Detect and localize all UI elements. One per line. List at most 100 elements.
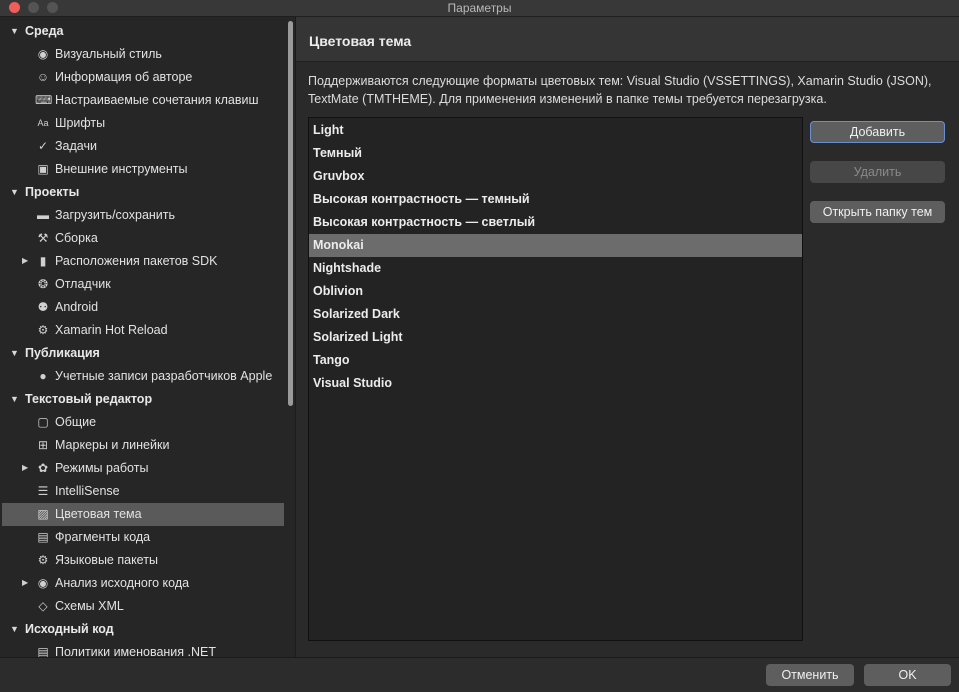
sidebar-scroll-thumb[interactable] — [288, 21, 293, 406]
settings-sidebar: ▼ Среда ◉ Визуальный стиль ☺ Информация об ав… — [0, 17, 286, 657]
theme-list-item[interactable]: Gruvbox — [309, 165, 802, 188]
sidebar-item[interactable]: ⚙ Языковые пакеты — [2, 549, 284, 572]
expand-arrow-icon[interactable]: ▶ — [22, 463, 28, 472]
sidebar-item-label: Отладчик — [55, 277, 111, 291]
sidebar-item-label: Xamarin Hot Reload — [55, 323, 168, 337]
sidebar-item-label: Расположения пакетов SDK — [55, 254, 218, 268]
sidebar-category[interactable]: ▼ Исходный код — [0, 618, 286, 641]
theme-list-item[interactable]: Visual Studio — [309, 372, 802, 395]
sidebar-item[interactable]: ▤ Фрагменты кода — [2, 526, 284, 549]
sidebar-category[interactable]: ▼ Текстовый редактор — [0, 388, 286, 411]
sidebar-category[interactable]: ▼ Среда — [0, 20, 286, 43]
category-label: Среда — [25, 24, 64, 38]
category-label: Текстовый редактор — [25, 392, 153, 406]
theme-name: Gruvbox — [313, 169, 365, 183]
sidebar-item-label: Загрузить/сохранить — [55, 208, 176, 222]
theme-name: Solarized Dark — [313, 307, 400, 321]
sidebar-item[interactable]: Aa Шрифты — [2, 112, 284, 135]
sidebar-item[interactable]: ☰ IntelliSense — [2, 480, 284, 503]
theme-list-item[interactable]: Темный — [309, 142, 802, 165]
gear-icon: ⚙ — [37, 323, 49, 337]
ok-button[interactable]: OK — [864, 664, 951, 686]
disclosure-triangle-icon[interactable]: ▼ — [10, 394, 19, 404]
sidebar-item-label: Фрагменты кода — [55, 530, 151, 544]
sidebar-item-label: Учетные записи разработчиков Apple — [55, 369, 273, 383]
sidebar-item-label: Визуальный стиль — [55, 47, 162, 61]
sidebar-item[interactable]: ❂ Отладчик — [2, 273, 284, 296]
open-themes-folder-button[interactable]: Открыть папку тем — [810, 201, 945, 223]
sidebar-item[interactable]: ⚒ Сборка — [2, 227, 284, 250]
sidebar-item[interactable]: ▨ Цветовая тема — [2, 503, 284, 526]
sidebar-item-label: Политики именования .NET — [55, 645, 217, 657]
title-bar: Параметры — [0, 0, 959, 17]
xml-icon: ◇ — [38, 599, 48, 613]
dialog-footer: Отменить OK — [0, 657, 959, 692]
theme-name: Oblivion — [313, 284, 363, 298]
theme-list-item[interactable]: Oblivion — [309, 280, 802, 303]
expand-arrow-icon[interactable]: ▶ — [22, 578, 28, 587]
window-title: Параметры — [447, 1, 512, 15]
palette-icon: ✿ — [37, 461, 49, 475]
disclosure-triangle-icon[interactable]: ▼ — [10, 187, 19, 197]
sidebar-item[interactable]: ✓ Задачи — [2, 135, 284, 158]
theme-name: Темный — [313, 146, 362, 160]
folder-icon: ▮ — [39, 254, 47, 268]
sidebar-item[interactable]: ● Учетные записи разработчиков Apple — [2, 365, 284, 388]
sidebar-item[interactable]: ⌨ Настраиваемые сочетания клавиш — [2, 89, 284, 112]
sidebar-category[interactable]: ▼ Проекты — [0, 181, 286, 204]
sidebar-item-label: Маркеры и линейки — [55, 438, 170, 452]
theme-name: Solarized Light — [313, 330, 403, 344]
theme-list-item[interactable]: Tango — [309, 349, 802, 372]
theme-name: Nightshade — [313, 261, 382, 275]
theme-list-item[interactable]: Solarized Dark — [309, 303, 802, 326]
category-label: Публикация — [25, 346, 100, 360]
cancel-button[interactable]: Отменить — [766, 664, 854, 686]
edit-icon: ▢ — [37, 415, 49, 429]
theme-name: Visual Studio — [313, 376, 392, 390]
theme-list-item[interactable]: Solarized Light — [309, 326, 802, 349]
sidebar-item[interactable]: ▶ ▮ Расположения пакетов SDK — [2, 250, 284, 273]
disclosure-triangle-icon[interactable]: ▼ — [10, 26, 19, 36]
panel-header: Цветовая тема — [296, 17, 959, 62]
sidebar-item[interactable]: ▣ Внешние инструменты — [2, 158, 284, 181]
sidebar-item[interactable]: ▬ Загрузить/сохранить — [2, 204, 284, 227]
checkmark-icon: ✓ — [37, 139, 49, 153]
sidebar-item-label: Внешние инструменты — [55, 162, 188, 176]
theme-list-item[interactable]: Light — [309, 119, 802, 142]
sidebar-item-label: Общие — [55, 415, 97, 429]
android-icon: ⚉ — [37, 300, 49, 314]
bug-icon: ❂ — [37, 277, 49, 291]
expand-arrow-icon[interactable]: ▶ — [22, 256, 28, 265]
disclosure-triangle-icon[interactable]: ▼ — [10, 624, 19, 634]
theme-list-item[interactable]: Nightshade — [309, 257, 802, 280]
gear-icon: ⚙ — [37, 553, 49, 567]
sidebar-item[interactable]: ☺ Информация об авторе — [2, 66, 284, 89]
document-icon: ▤ — [37, 645, 49, 657]
theme-name: Light — [313, 123, 344, 137]
snippet-icon: ▤ — [37, 530, 49, 544]
sidebar-scrollbar[interactable] — [286, 17, 296, 657]
radio-icon: ◉ — [37, 576, 49, 590]
sidebar-item[interactable]: ▶ ✿ Режимы работы — [2, 457, 284, 480]
sidebar-item[interactable]: ⊞ Маркеры и линейки — [2, 434, 284, 457]
sidebar-item-label: Android — [55, 300, 99, 314]
sidebar-item[interactable]: ▢ Общие — [2, 411, 284, 434]
sidebar-item[interactable]: ⚉ Android — [2, 296, 284, 319]
theme-name: Tango — [313, 353, 350, 367]
disclosure-triangle-icon[interactable]: ▼ — [10, 348, 19, 358]
page-title: Цветовая тема — [309, 33, 412, 49]
theme-name: Monokai — [313, 238, 364, 252]
sidebar-item[interactable]: ◇ Схемы XML — [2, 595, 284, 618]
sidebar-item[interactable]: ▤ Политики именования .NET — [2, 641, 284, 657]
sidebar-item[interactable]: ▶ ◉ Анализ исходного кода — [2, 572, 284, 595]
disk-icon: ▬ — [37, 208, 49, 222]
remove-theme-button[interactable]: Удалить — [810, 161, 945, 183]
add-theme-button[interactable]: Добавить — [810, 121, 945, 143]
theme-list[interactable]: Light Темный Gruvbox Высокая контрастность … — [308, 117, 803, 641]
sidebar-item[interactable]: ⚙ Xamarin Hot Reload — [2, 319, 284, 342]
sidebar-category[interactable]: ▼ Публикация — [0, 342, 286, 365]
theme-list-item[interactable]: Высокая контрастность — светлый — [309, 211, 802, 234]
sidebar-item[interactable]: ◉ Визуальный стиль — [2, 43, 284, 66]
theme-list-item[interactable]: Высокая контрастность — темный — [309, 188, 802, 211]
theme-list-item[interactable]: Monokai — [309, 234, 802, 257]
